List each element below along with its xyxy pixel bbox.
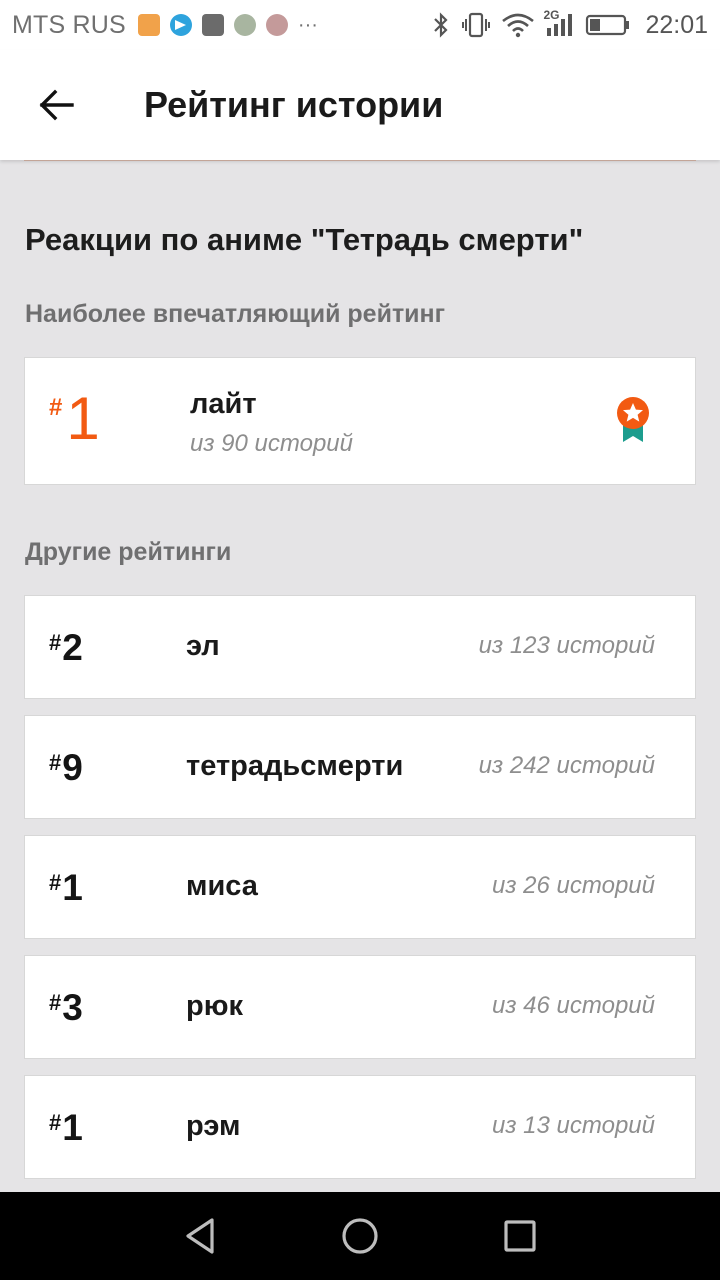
rank-badge: # 1 bbox=[49, 388, 100, 450]
carrier-name: MTS RUS bbox=[12, 10, 126, 39]
bluetooth-icon bbox=[431, 12, 451, 38]
network-type: 2G bbox=[543, 8, 560, 22]
rank-badge: # 1 bbox=[49, 1108, 83, 1148]
hash-symbol: # bbox=[49, 394, 63, 421]
rating-row[interactable]: # 9 тетрадьсмерти из 242 историй bbox=[24, 715, 696, 819]
story-count: из 90 историй bbox=[190, 430, 353, 457]
section-title: Реакции по аниме "Тетрадь смерти" bbox=[25, 222, 584, 257]
story-count: из 123 историй bbox=[478, 632, 655, 659]
tag-name: лайт bbox=[190, 388, 257, 420]
app-notification-icon bbox=[137, 14, 160, 36]
rank-number: 3 bbox=[62, 987, 83, 1028]
top-rating-card[interactable]: # 1 лайт из 90 историй bbox=[24, 357, 696, 485]
back-button[interactable] bbox=[26, 75, 86, 135]
rating-row[interactable]: # 1 миса из 26 историй bbox=[24, 835, 696, 939]
story-count: из 26 историй bbox=[492, 872, 655, 899]
story-count: из 13 историй bbox=[492, 1112, 655, 1139]
vibrate-icon bbox=[461, 12, 491, 38]
tag-name: тетрадьсмерти bbox=[186, 750, 404, 782]
nav-recents-button[interactable] bbox=[498, 1214, 542, 1258]
hash-symbol: # bbox=[49, 750, 62, 775]
tag-name: миса bbox=[186, 870, 258, 902]
rank-badge: # 3 bbox=[49, 988, 83, 1028]
cellular-signal-icon: 2G bbox=[543, 8, 575, 38]
telegram-icon bbox=[169, 14, 192, 36]
app-bar: Рейтинг истории bbox=[0, 50, 720, 160]
rating-row[interactable]: # 1 рэм из 13 историй bbox=[24, 1075, 696, 1179]
story-count: из 242 историй bbox=[478, 752, 655, 779]
rank-number: 2 bbox=[62, 627, 83, 668]
tag-name: рюк bbox=[186, 990, 243, 1022]
rank-number: 1 bbox=[62, 1107, 83, 1148]
navigation-bar bbox=[0, 1192, 720, 1280]
rating-row[interactable]: # 2 эл из 123 историй bbox=[24, 595, 696, 699]
nav-home-button[interactable] bbox=[338, 1214, 382, 1258]
back-triangle-icon bbox=[186, 1218, 214, 1254]
avatar-notification-icon bbox=[201, 14, 224, 36]
avatar-notification-icon bbox=[233, 14, 256, 36]
hash-symbol: # bbox=[49, 990, 62, 1015]
notification-icons: ··· bbox=[137, 13, 318, 37]
top-rating-heading: Наиболее впечатляющий рейтинг bbox=[25, 300, 446, 328]
rank-badge: # 9 bbox=[49, 748, 83, 788]
page-title: Рейтинг истории bbox=[144, 84, 444, 125]
home-circle-icon bbox=[342, 1218, 378, 1254]
status-bar: MTS RUS ··· 2G 22:01 bbox=[0, 0, 720, 50]
rank-badge: # 2 bbox=[49, 628, 83, 668]
tag-name: рэм bbox=[186, 1110, 241, 1142]
rank-number: 1 bbox=[66, 385, 100, 452]
more-notifications-icon: ··· bbox=[297, 13, 318, 36]
system-status-icons: 2G 22:01 bbox=[431, 0, 708, 50]
nav-back-button[interactable] bbox=[178, 1214, 222, 1258]
medal-icon bbox=[615, 396, 651, 449]
wifi-icon bbox=[501, 12, 535, 38]
recents-square-icon bbox=[504, 1220, 536, 1252]
rank-number: 1 bbox=[62, 867, 83, 908]
clock: 22:01 bbox=[645, 10, 708, 39]
hash-symbol: # bbox=[49, 1110, 62, 1135]
tag-name: эл bbox=[186, 630, 220, 662]
rating-row[interactable]: # 3 рюк из 46 историй bbox=[24, 955, 696, 1059]
story-count: из 46 историй bbox=[492, 992, 655, 1019]
rank-badge: # 1 bbox=[49, 868, 83, 908]
hash-symbol: # bbox=[49, 870, 62, 895]
other-ratings-heading: Другие рейтинги bbox=[25, 538, 232, 566]
arrow-left-icon bbox=[39, 89, 74, 121]
battery-icon bbox=[585, 13, 631, 37]
rank-number: 9 bbox=[62, 747, 83, 788]
avatar-notification-icon bbox=[265, 14, 288, 36]
hash-symbol: # bbox=[49, 630, 62, 655]
